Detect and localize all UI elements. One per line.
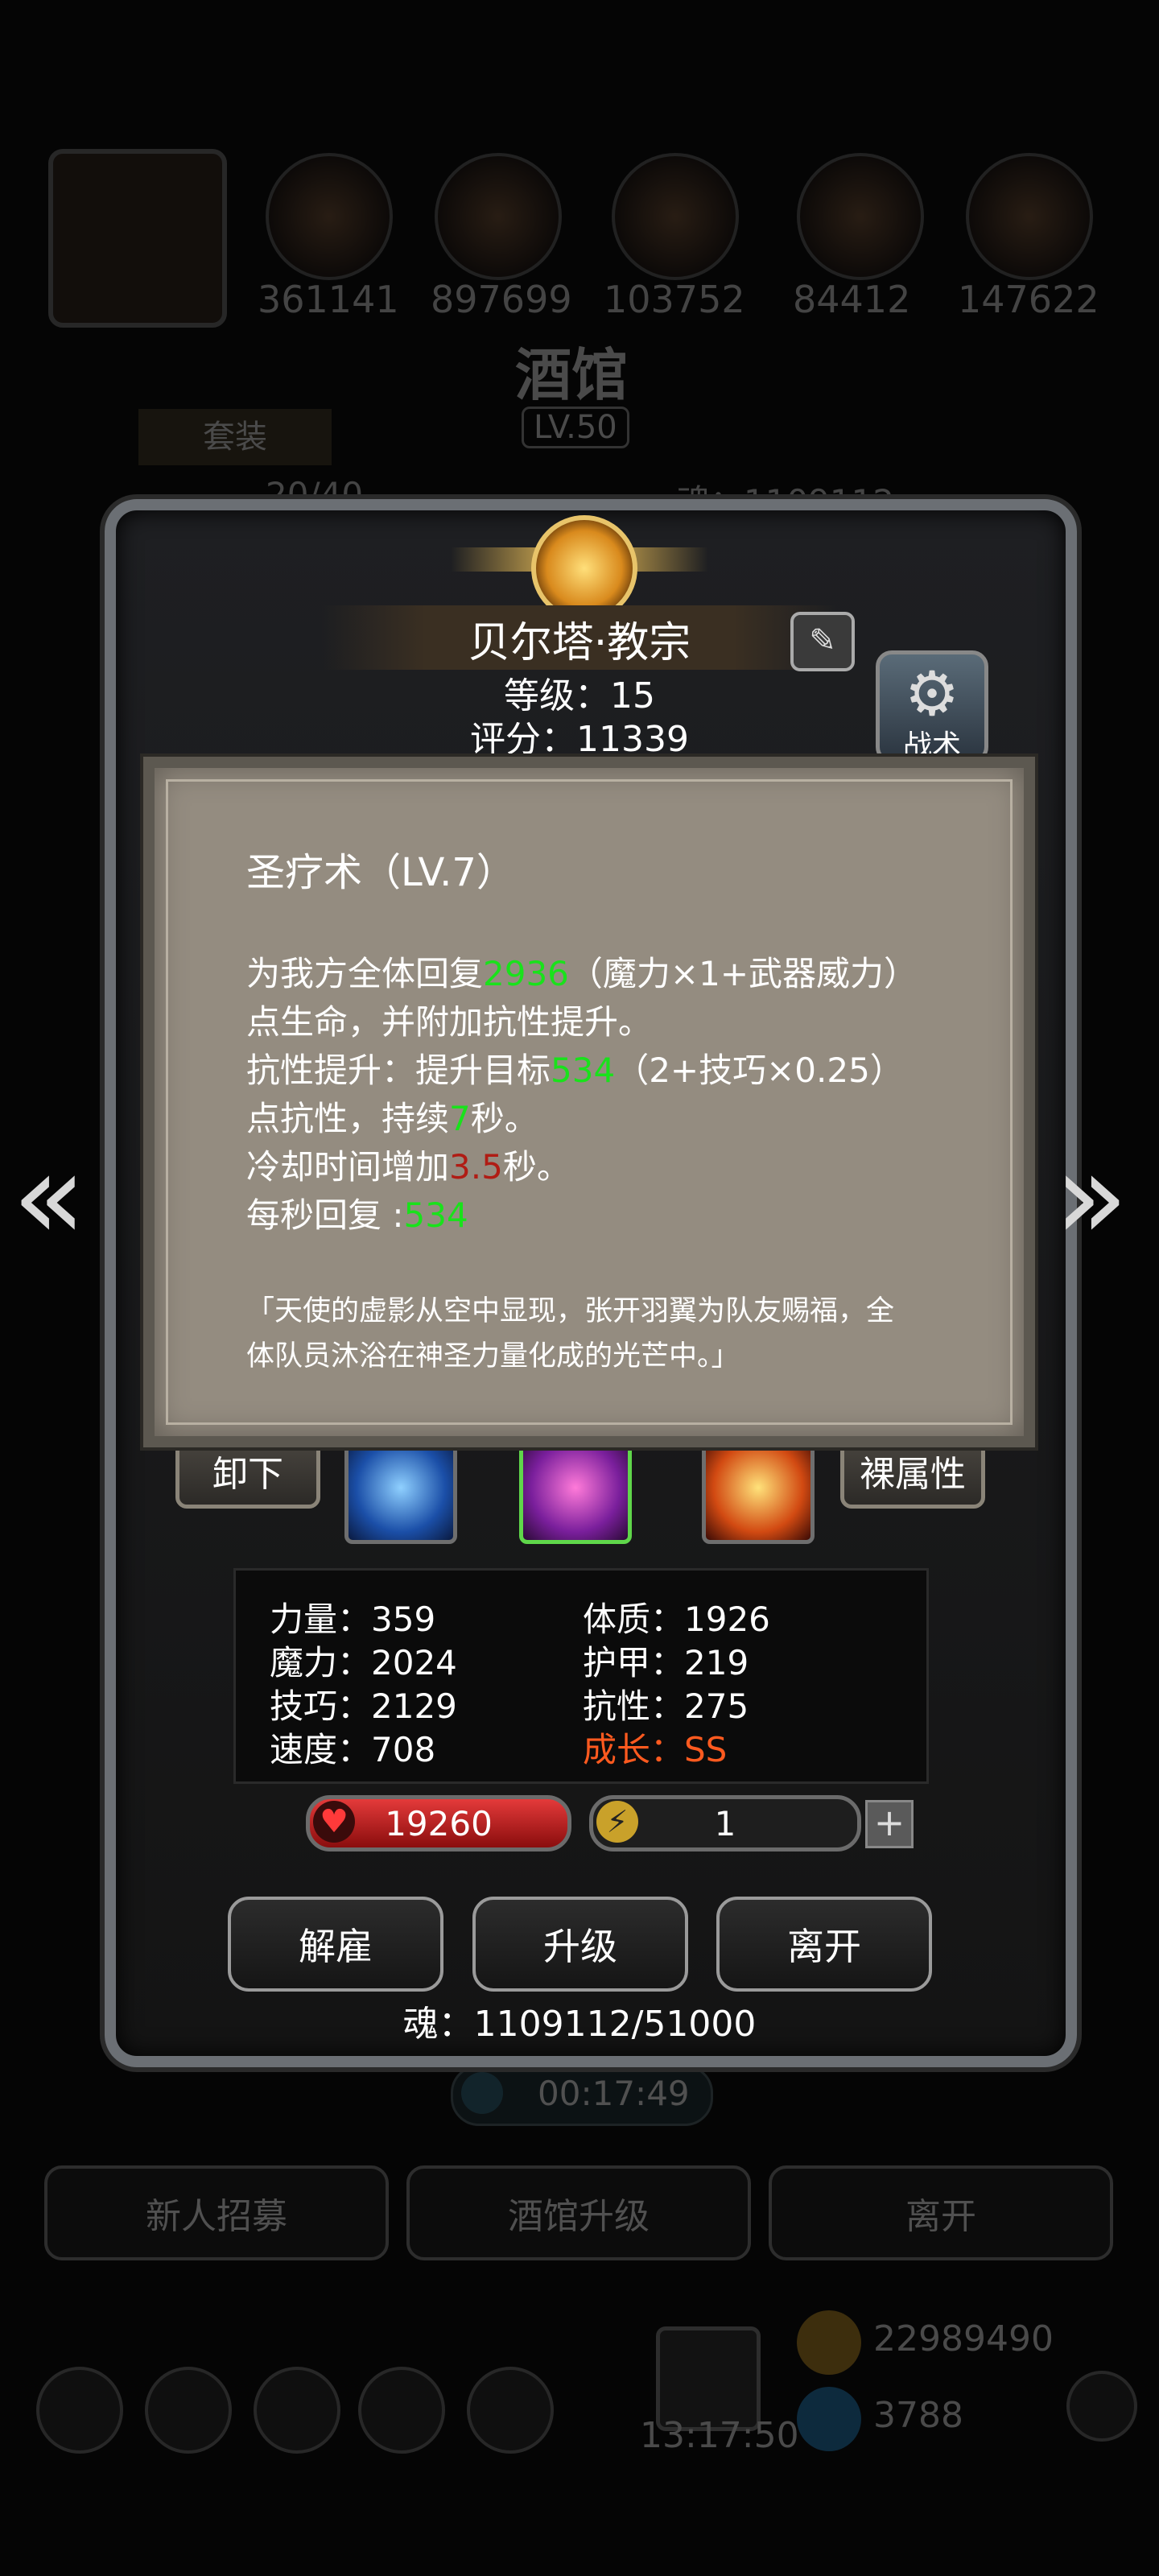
holy-heal-skill-slot[interactable] — [519, 1431, 632, 1544]
timer-bar: 00:17:49 — [451, 2065, 713, 2126]
stat-skill: 技巧：2129 — [270, 1686, 457, 1726]
fire-skill-slot[interactable] — [702, 1431, 815, 1544]
tavern-title: 酒馆 — [515, 342, 628, 408]
clock-text: 13:17:50 — [640, 2415, 799, 2456]
skill-tooltip: 圣疗术（LV.7） 为我方全体回复2936（魔力×1+武器威力） 点生命，并附加… — [143, 757, 1035, 1447]
resource-value: 84412 — [793, 278, 911, 321]
skill-desc-line: 冷却时间增加3.5秒。 — [246, 1147, 571, 1187]
menu-icon[interactable] — [145, 2367, 232, 2454]
add-icon[interactable] — [1066, 2371, 1137, 2442]
skill-desc-line: 为我方全体回复2936（魔力×1+武器威力） — [246, 954, 918, 993]
resource-value: 103752 — [604, 278, 745, 321]
add-energy-button[interactable]: + — [865, 1800, 914, 1848]
resource-icon — [435, 153, 562, 280]
edit-name-button[interactable]: ✎ — [790, 612, 855, 671]
stat-magic: 魔力：2024 — [270, 1643, 457, 1682]
stat-growth: 成长：SS — [583, 1730, 728, 1769]
stat-resistance: 抗性：275 — [583, 1686, 749, 1726]
hp-value: 19260 — [385, 1804, 493, 1843]
leave-tavern-button[interactable]: 离开 — [769, 2165, 1113, 2260]
resource-icon — [612, 153, 739, 280]
energy-bar: ⚡ 1 — [589, 1795, 861, 1852]
gold-icon — [797, 2310, 861, 2375]
resource-value: 897699 — [431, 278, 572, 321]
skill-desc-line: 每秒回复 :534 — [246, 1195, 468, 1235]
hero-portrait-slot — [48, 149, 227, 328]
gem-icon — [797, 2387, 861, 2451]
soul-cost: 魂：1109112/51000 — [402, 2004, 757, 2045]
resource-icon — [966, 153, 1093, 280]
set-tab[interactable]: 套装 — [138, 409, 332, 465]
resource-value: 361141 — [258, 278, 399, 321]
menu-icon[interactable] — [36, 2367, 123, 2454]
energy-value: 1 — [714, 1804, 736, 1843]
skill-flavor-text: 「天使的虚影从空中显现，张开羽翼为队友赐福，全 — [246, 1295, 895, 1327]
tactics-button[interactable]: ⚙ 战术 — [876, 650, 988, 763]
stat-armor: 护甲：219 — [583, 1643, 749, 1682]
dismiss-button[interactable]: 解雇 — [228, 1897, 443, 1992]
menu-icon[interactable] — [358, 2367, 445, 2454]
leave-button[interactable]: 离开 — [716, 1897, 932, 1992]
resource-icon — [797, 153, 924, 280]
timer-text: 00:17:49 — [538, 2074, 690, 2113]
gold-amount: 22989490 — [873, 2318, 1054, 2359]
hp-bar: ♥ 19260 — [306, 1795, 571, 1852]
skill-desc-line: 抗性提升：提升目标534（2+技巧×0.25） — [246, 1051, 904, 1090]
recruit-button[interactable]: 新人招募 — [44, 2165, 389, 2260]
resource-icon — [266, 153, 393, 280]
stat-speed: 速度：708 — [270, 1730, 436, 1769]
stat-strength: 力量：359 — [270, 1600, 436, 1639]
tavern-level: LV.50 — [522, 407, 629, 448]
upgrade-button[interactable]: 升级 — [472, 1897, 688, 1992]
skill-desc-line: 点生命，并附加抗性提升。 — [246, 1002, 653, 1042]
prev-hero-arrow[interactable]: « — [12, 1127, 86, 1267]
skill-title: 圣疗术（LV.7） — [246, 850, 515, 895]
lightning-skill-slot[interactable] — [344, 1431, 457, 1544]
stat-constitution: 体质：1926 — [583, 1600, 770, 1639]
gear-icon: ⚙ — [904, 658, 960, 729]
next-hero-arrow[interactable]: » — [1054, 1127, 1128, 1267]
skill-flavor-text: 体队员沐浴在神圣力量化成的光芒中。」 — [246, 1340, 740, 1373]
gem-amount: 3788 — [873, 2395, 963, 2436]
menu-icon[interactable] — [254, 2367, 340, 2454]
tavern-upgrade-button[interactable]: 酒馆升级 — [406, 2165, 751, 2260]
resource-value: 147622 — [958, 278, 1099, 321]
skill-desc-line: 点抗性，持续7秒。 — [246, 1099, 538, 1138]
clock-icon — [461, 2072, 503, 2114]
menu-icon[interactable] — [467, 2367, 554, 2454]
